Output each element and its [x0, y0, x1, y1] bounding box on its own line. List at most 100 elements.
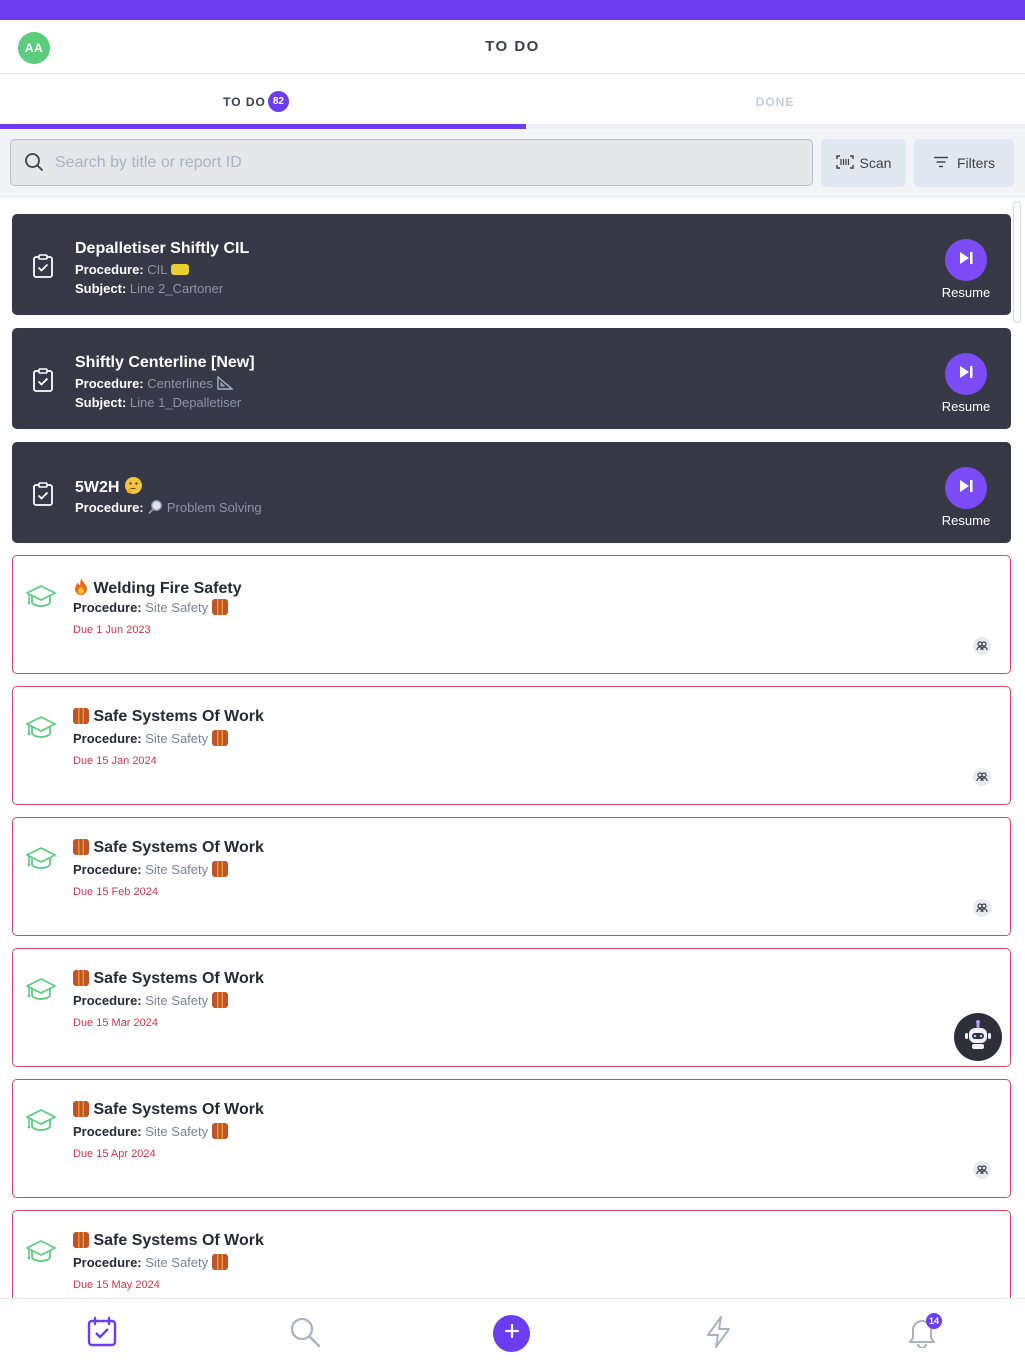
group-users-icon[interactable] — [973, 1161, 991, 1179]
training-card[interactable]: Safe Systems Of Work Procedure: Site Saf… — [12, 686, 1011, 805]
resume-button[interactable] — [945, 239, 987, 281]
training-card[interactable]: Welding Fire Safety Procedure: Site Safe… — [12, 555, 1011, 674]
resume-button[interactable] — [945, 353, 987, 395]
top-accent-bar — [0, 0, 1025, 20]
group-users-icon[interactable] — [973, 899, 991, 917]
procedure-value: Site Safety — [145, 600, 209, 615]
task-list[interactable]: Depalletiser Shiftly CIL Procedure: CIL … — [0, 197, 1025, 1298]
sponge-emoji-icon — [170, 264, 189, 275]
due-date: Due 15 May 2024 — [73, 1279, 160, 1291]
procedure-value: Site Safety — [145, 1124, 209, 1139]
fire-emoji-icon — [73, 578, 89, 597]
resume-label: Resume — [941, 285, 991, 300]
training-title-text: Safe Systems Of Work — [93, 1101, 264, 1118]
search-box[interactable] — [10, 139, 813, 186]
graduation-cap-icon — [25, 846, 57, 875]
tab-todo[interactable]: TO DO 82 — [0, 74, 512, 129]
in-progress-card[interactable]: 5W2H Procedure: Problem Solving Resume — [12, 442, 1011, 543]
training-title: Safe Systems Of Work — [73, 1232, 264, 1250]
resume-button[interactable] — [945, 467, 987, 509]
training-card[interactable]: Safe Systems Of Work Procedure: Site Saf… — [12, 948, 1011, 1067]
procedure-value: Site Safety — [145, 1255, 209, 1270]
search-icon — [24, 152, 44, 177]
barcode-scan-icon — [835, 154, 854, 172]
training-procedure: Procedure: Site Safety — [73, 730, 228, 746]
clipboard-check-icon — [32, 368, 54, 397]
task-procedure: Procedure: Centerlines — [75, 375, 234, 391]
safety-vest-emoji-icon — [211, 730, 228, 746]
training-procedure: Procedure: Site Safety — [73, 1123, 228, 1139]
safety-vest-emoji-icon — [211, 1254, 228, 1270]
task-title: 5W2H — [75, 476, 143, 497]
skip-forward-icon — [958, 478, 974, 499]
triangular-ruler-emoji-icon — [216, 375, 234, 391]
group-users-icon[interactable] — [973, 637, 991, 655]
due-date: Due 1 Jun 2023 — [73, 624, 151, 636]
lightning-icon — [705, 1315, 733, 1353]
procedure-label: Procedure: — [73, 1124, 142, 1139]
training-card[interactable]: Safe Systems Of Work Procedure: Site Saf… — [12, 817, 1011, 936]
resume-label: Resume — [941, 513, 991, 528]
tab-bar: TO DO 82 DONE — [0, 74, 1025, 129]
training-title-text: Safe Systems Of Work — [93, 970, 264, 987]
training-card[interactable]: Safe Systems Of Work Procedure: Site Saf… — [12, 1079, 1011, 1198]
filters-label: Filters — [956, 155, 996, 171]
group-users-icon[interactable] — [973, 768, 991, 786]
subject-value: Line 1_Depalletiser — [129, 395, 242, 410]
notification-count-badge: 14 — [926, 1313, 942, 1329]
task-title: Depalletiser Shiftly CIL — [75, 240, 250, 257]
safety-vest-emoji-icon — [73, 1101, 89, 1117]
training-card[interactable]: Safe Systems Of Work Procedure: Site Saf… — [12, 1210, 1011, 1298]
training-title: Safe Systems Of Work — [73, 1101, 264, 1119]
nav-todo[interactable] — [85, 1316, 119, 1351]
safety-vest-emoji-icon — [73, 708, 89, 724]
filters-button[interactable]: Filters — [914, 139, 1014, 187]
procedure-value: Site Safety — [145, 993, 209, 1008]
task-title: Shiftly Centerline [New] — [75, 354, 255, 371]
graduation-cap-icon — [25, 584, 57, 613]
due-date: Due 15 Apr 2024 — [73, 1148, 156, 1160]
in-progress-card[interactable]: Shiftly Centerline [New] Procedure: Cent… — [12, 328, 1011, 429]
scan-label: Scan — [859, 155, 892, 171]
assistant-bot-button[interactable] — [954, 1013, 1002, 1061]
nav-create-button[interactable] — [493, 1315, 530, 1352]
todo-count-badge: 82 — [267, 91, 289, 112]
procedure-value: CIL — [147, 262, 168, 277]
procedure-label: Procedure: — [75, 262, 144, 277]
nav-search[interactable] — [288, 1317, 322, 1351]
graduation-cap-icon — [25, 715, 57, 744]
training-title-text: Safe Systems Of Work — [93, 1232, 264, 1249]
scan-button[interactable]: Scan — [821, 139, 906, 187]
task-procedure: Procedure: Problem Solving — [75, 499, 262, 515]
skip-forward-icon — [958, 250, 974, 271]
tab-todo-label: TO DO — [223, 94, 266, 109]
procedure-label: Procedure: — [73, 993, 142, 1008]
training-title-text: Safe Systems Of Work — [93, 708, 264, 725]
task-subject: Subject: Line 2_Cartoner — [75, 281, 223, 296]
nav-activity[interactable] — [702, 1315, 736, 1353]
safety-vest-emoji-icon — [211, 599, 228, 615]
page-title: TO DO — [485, 38, 540, 55]
training-title-text: Welding Fire Safety — [93, 580, 242, 597]
task-procedure: Procedure: CIL — [75, 262, 189, 277]
safety-vest-emoji-icon — [211, 1123, 228, 1139]
search-input[interactable] — [55, 140, 795, 185]
procedure-label: Procedure: — [73, 862, 142, 877]
in-progress-card[interactable]: Depalletiser Shiftly CIL Procedure: CIL … — [12, 214, 1011, 315]
procedure-value: Problem Solving — [166, 500, 262, 515]
tab-done-label: DONE — [755, 94, 795, 109]
training-procedure: Procedure: Site Safety — [73, 992, 228, 1008]
training-procedure: Procedure: Site Safety — [73, 1254, 228, 1270]
task-subject: Subject: Line 1_Depalletiser — [75, 395, 241, 410]
procedure-label: Procedure: — [73, 731, 142, 746]
safety-vest-emoji-icon — [211, 861, 228, 877]
robot-icon — [961, 1018, 995, 1057]
training-title: Safe Systems Of Work — [73, 970, 264, 988]
due-date: Due 15 Feb 2024 — [73, 886, 159, 898]
tab-done[interactable]: DONE — [525, 74, 1025, 129]
training-title: Safe Systems Of Work — [73, 839, 264, 857]
due-date: Due 15 Mar 2024 — [73, 1017, 158, 1029]
magnifying-glass-emoji-icon — [147, 500, 163, 515]
scrollbar[interactable] — [1013, 201, 1021, 323]
search-toolbar: Scan Filters — [0, 129, 1025, 197]
